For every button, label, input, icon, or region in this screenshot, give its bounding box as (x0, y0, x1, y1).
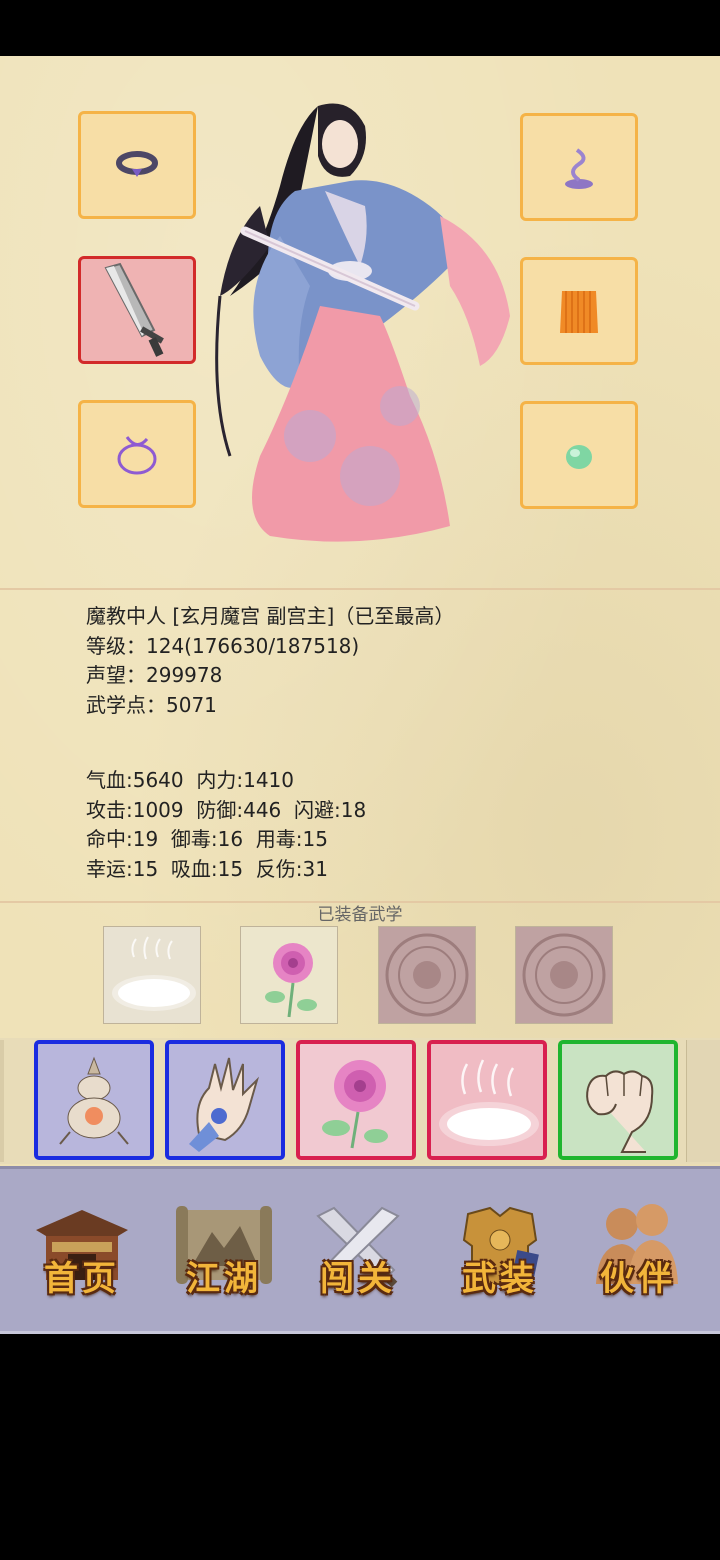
nav-companions[interactable]: 伙伴 (578, 1196, 698, 1306)
nav-challenge-label: 闯关 (320, 1259, 396, 1299)
incense-icon (565, 148, 593, 189)
rose-icon (322, 1060, 388, 1149)
equipment-slot-armor[interactable] (520, 257, 638, 365)
nav-jianghu[interactable]: 江湖 (164, 1196, 284, 1306)
character-title: 魔教中人 [玄月魔宫 副宫主]（已至最高） (86, 604, 455, 628)
nav-challenge[interactable]: 闯关 (298, 1196, 418, 1306)
character-martial-points: 武学点：5071 (86, 692, 217, 717)
nav-companions-label: 伙伴 (600, 1259, 676, 1299)
character-stats: 气血:5640 内力:1410 攻击:1009 防御:446 闪避:18 命中:… (86, 766, 366, 884)
stats-row: 气血:5640 内力:1410 (86, 768, 294, 792)
equipped-skill-slot[interactable] (103, 926, 201, 1024)
stats-row: 命中:19 御毒:16 用毒:15 (86, 827, 328, 851)
equipped-skill-slot[interactable] (240, 926, 338, 1024)
robe-icon (560, 291, 598, 333)
rose-icon (265, 943, 317, 1018)
skill-button-rose[interactable] (296, 1040, 416, 1160)
bracelet-icon (117, 436, 157, 475)
nav-armory-label: 武装 (462, 1259, 538, 1299)
equipment-slot-weapon[interactable] (78, 256, 196, 364)
jade-orb-icon (566, 445, 592, 469)
open-palm-icon (189, 1057, 260, 1152)
gourd-lamp-icon (59, 1056, 129, 1145)
character-fame: 声望：299978 (86, 663, 223, 687)
skill-bar-scroll[interactable] (686, 1040, 720, 1162)
equipment-slot-accessory[interactable] (520, 113, 638, 221)
broadsword-icon (104, 262, 164, 357)
character-portrait (215, 103, 510, 542)
section-divider (0, 588, 720, 590)
nav-jianghu-label: 江湖 (186, 1259, 262, 1299)
nav-home[interactable]: 首页 (22, 1196, 142, 1306)
mist-icon (439, 1059, 539, 1146)
nav-home-label: 首页 (44, 1259, 120, 1299)
character-level: 等级：124(176630/187518) (86, 633, 360, 658)
equipped-skill-slot-locked[interactable] (378, 926, 476, 1024)
skill-button-palm[interactable] (165, 1040, 285, 1160)
stats-row: 攻击:1009 防御:446 闪避:18 (86, 797, 367, 822)
skill-button-gourd[interactable] (34, 1040, 154, 1160)
stats-row: 幸运:15 吸血:15 反伤:31 (86, 856, 328, 881)
fist-icon (586, 1070, 654, 1153)
equipped-skill-slot-locked[interactable] (515, 926, 613, 1024)
equipment-slot-bracelet[interactable] (78, 400, 196, 508)
ring-icon (116, 151, 158, 177)
mist-icon (112, 936, 196, 1011)
locked-seal-icon (522, 933, 606, 1017)
nav-armory[interactable]: 武装 (440, 1196, 560, 1306)
skill-button-fist[interactable] (558, 1040, 678, 1160)
equipment-slot-jade[interactable] (520, 401, 638, 509)
skill-button-mist[interactable] (427, 1040, 547, 1160)
equipped-skills-label: 已装备武学 (317, 905, 403, 925)
character-info: 魔教中人 [玄月魔宫 副宫主]（已至最高） 等级：124(176630/1875… (86, 602, 454, 720)
locked-seal-icon (385, 933, 469, 1017)
skill-bar-edge (0, 1040, 4, 1162)
equipment-slot-ring[interactable] (78, 111, 196, 219)
